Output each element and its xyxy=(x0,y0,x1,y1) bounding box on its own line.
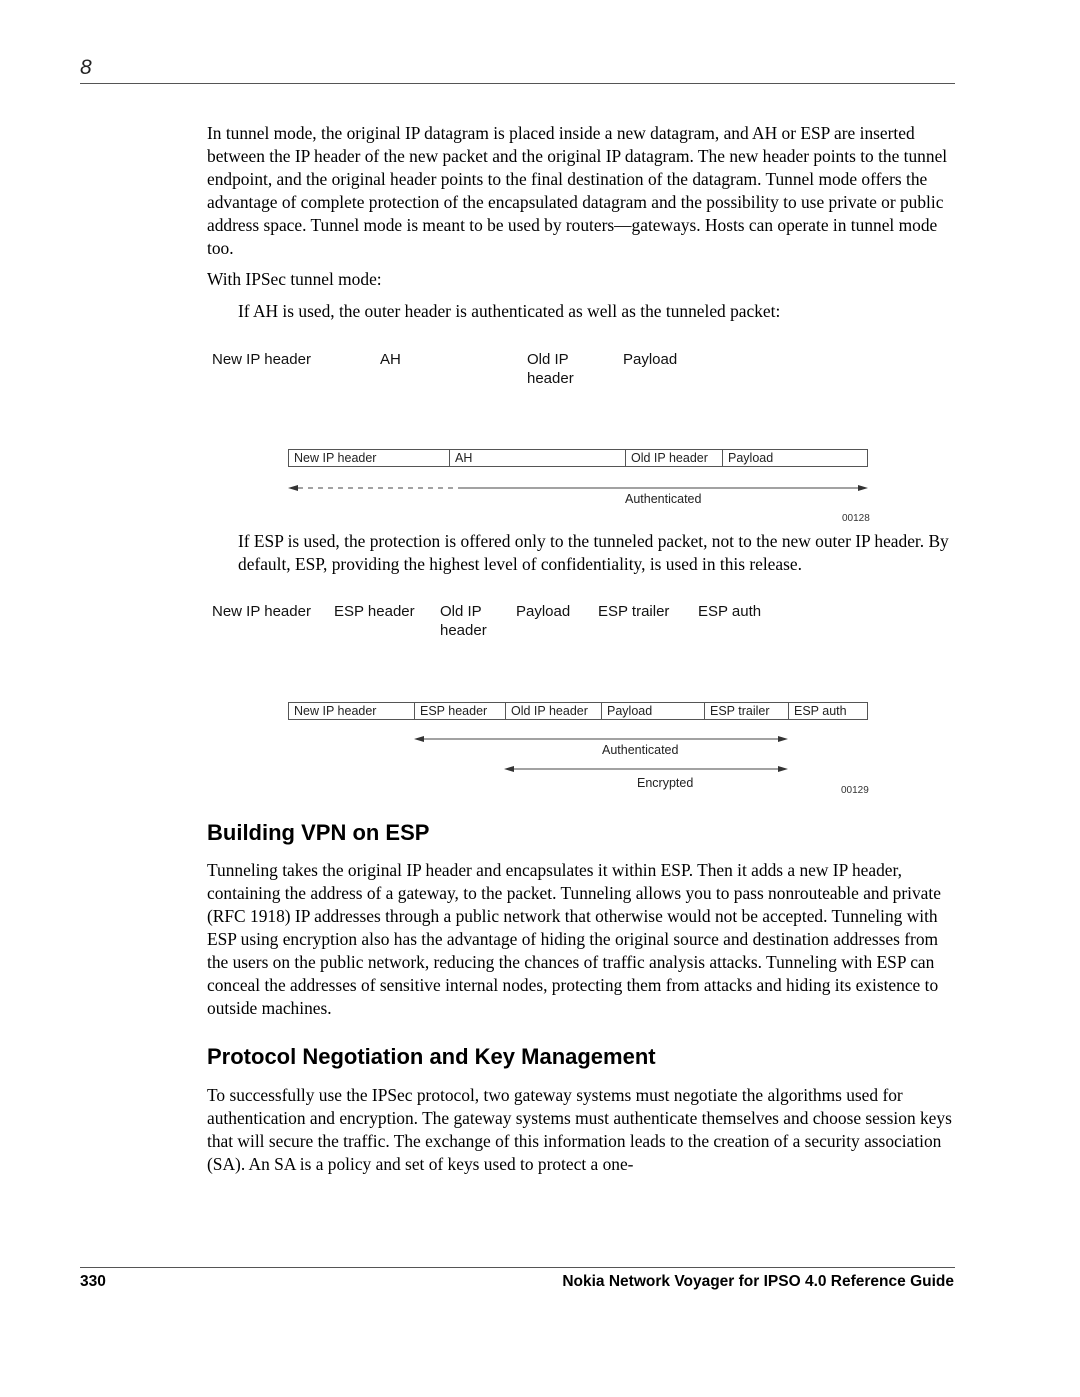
footer-rule xyxy=(80,1267,955,1268)
esp-packet-cell-esp-header: ESP header xyxy=(415,703,506,719)
ah-authenticated-label: Authenticated xyxy=(625,492,702,506)
ah-col-label-old-ip-header: Old IP header xyxy=(527,351,574,387)
ah-packet-cell-old-ip-header: Old IP header xyxy=(626,450,723,466)
esp-col-label-esp-header: ESP header xyxy=(334,603,415,620)
ah-arrow-left-head-icon xyxy=(288,485,298,491)
ah-packet-cell-ah: AH xyxy=(450,450,626,466)
esp-auth-arrow-left-head-icon xyxy=(414,736,424,742)
esp-enc-arrow-left-head-icon xyxy=(504,766,514,772)
intro-paragraph: In tunnel mode, the original IP datagram… xyxy=(207,123,948,258)
ah-col-label-new-ip-header: New IP header xyxy=(212,351,311,368)
chapter-number: 8 xyxy=(80,56,92,79)
esp-authenticated-label: Authenticated xyxy=(602,743,679,757)
ah-arrow-right-head-icon xyxy=(858,485,868,491)
ah-col-label-payload: Payload xyxy=(623,351,678,368)
esp-packet-cell-old-ip-header: Old IP header xyxy=(506,703,602,719)
ah-paragraph: If AH is used, the outer header is authe… xyxy=(238,301,781,321)
ah-col-label-ah: AH xyxy=(380,351,401,368)
esp-paragraph: If ESP is used, the protection is offere… xyxy=(238,531,949,574)
esp-col-label-payload: Payload xyxy=(516,603,571,620)
header-rule xyxy=(80,83,955,84)
section-heading-protocol-negotiation: Protocol Negotiation and Key Management xyxy=(207,1044,656,1069)
ah-packet-box: New IP header AH Old IP header Payload xyxy=(288,449,868,467)
esp-col-label-new-ip-header: New IP header xyxy=(212,603,311,620)
section-text-building-vpn: Tunneling takes the original IP header a… xyxy=(207,860,941,1018)
section-text-protocol-negotiation: To successfully use the IPSec protocol, … xyxy=(207,1085,952,1174)
ah-figure-id: 00128 xyxy=(842,513,870,524)
esp-col-label-old-ip-header: Old IP header xyxy=(440,603,487,639)
section-heading-building-vpn: Building VPN on ESP xyxy=(207,820,430,845)
footer-page-number: 330 xyxy=(80,1273,106,1290)
esp-col-label-esp-auth: ESP auth xyxy=(698,603,762,620)
esp-packet-box: New IP header ESP header Old IP header P… xyxy=(288,702,868,720)
ah-packet-cell-new-ip-header: New IP header xyxy=(289,450,450,466)
esp-col-label-esp-trailer: ESP trailer xyxy=(598,603,670,620)
esp-packet-cell-esp-auth: ESP auth xyxy=(794,704,847,718)
footer-book-title: Nokia Network Voyager for IPSO 4.0 Refer… xyxy=(562,1273,954,1290)
esp-encrypted-arrow xyxy=(504,766,788,772)
esp-encrypted-label: Encrypted xyxy=(637,776,694,790)
ah-packet-cell-payload: Payload xyxy=(728,451,774,465)
esp-enc-arrow-right-head-icon xyxy=(778,766,788,772)
esp-packet-cell-esp-trailer: ESP trailer xyxy=(705,703,789,719)
esp-packet-cell-payload: Payload xyxy=(602,703,705,719)
ah-authenticated-arrow xyxy=(288,485,868,491)
esp-auth-arrow-right-head-icon xyxy=(778,736,788,742)
tunnel-mode-lead: With IPSec tunnel mode: xyxy=(207,269,382,289)
esp-figure-id: 00129 xyxy=(841,785,869,796)
esp-packet-cell-new-ip-header: New IP header xyxy=(289,703,415,719)
